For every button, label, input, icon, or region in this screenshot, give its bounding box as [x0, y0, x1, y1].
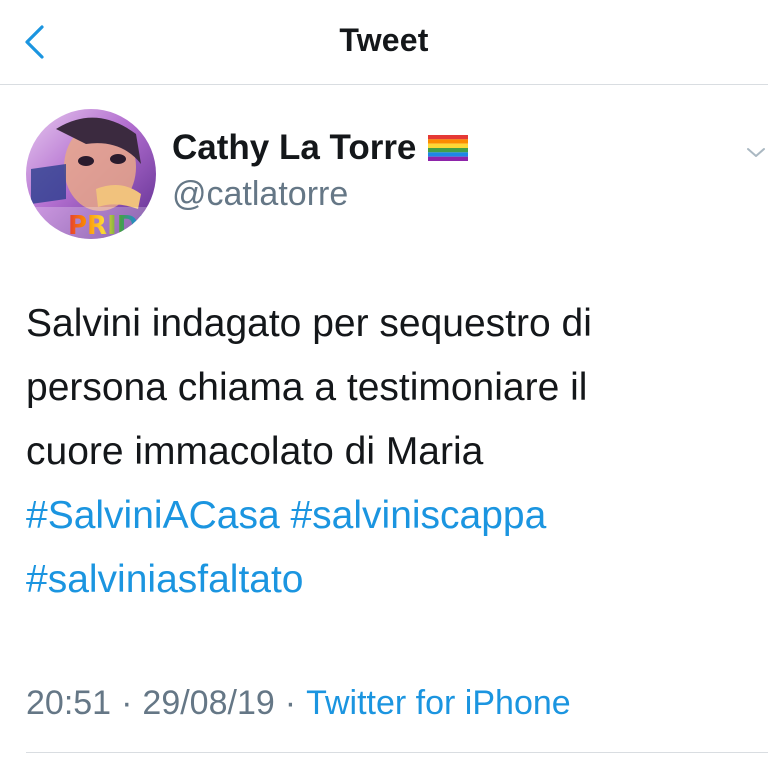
- chevron-down-icon: [747, 148, 765, 157]
- author-name[interactable]: Cathy La Torre: [172, 128, 416, 168]
- tweet-text-line: cuore immacolato di Maria: [26, 430, 484, 473]
- hashtag-link[interactable]: #salviniscappa: [290, 494, 546, 537]
- hashtag-link[interactable]: #salviniasfaltato: [26, 558, 304, 601]
- page-title: Tweet: [339, 22, 429, 58]
- author-handle[interactable]: @catlatorre: [172, 175, 348, 214]
- avatar[interactable]: PRIDE: [26, 109, 156, 239]
- rainbow-flag-icon: [428, 135, 469, 161]
- tweet-detail-screen: Tweet PRIDE Cathy La Torre @catlatorre S…: [0, 0, 768, 768]
- more-options-button[interactable]: [744, 140, 768, 164]
- tweet-text: Salvini indagato per sequestro di person…: [26, 292, 756, 612]
- source-link[interactable]: Twitter for iPhone: [306, 684, 571, 722]
- svg-text:PRIDE: PRIDE: [68, 211, 156, 239]
- hashtag-link[interactable]: #SalviniACasa: [26, 494, 280, 537]
- tweet-text-line: persona chiama a testimoniare il: [26, 366, 588, 409]
- author-name-row[interactable]: Cathy La Torre: [172, 128, 469, 168]
- tweet-date: 29/08/19: [142, 684, 275, 722]
- hashtag-line: #salviniasfaltato: [26, 548, 756, 612]
- meta-separator: ·: [121, 684, 133, 722]
- hashtag-line: #SalviniACasa #salviniscappa: [26, 484, 756, 548]
- divider: [26, 752, 768, 753]
- tweet-text-line: Salvini indagato per sequestro di: [26, 302, 592, 345]
- avatar-image: PRIDE: [26, 109, 156, 239]
- meta-separator: ·: [284, 684, 297, 722]
- navigation-bar: Tweet: [0, 0, 768, 85]
- tweet-time: 20:51: [26, 684, 112, 722]
- tweet-metadata: 20:51 · 29/08/19 · Twitter for iPhone: [26, 684, 571, 723]
